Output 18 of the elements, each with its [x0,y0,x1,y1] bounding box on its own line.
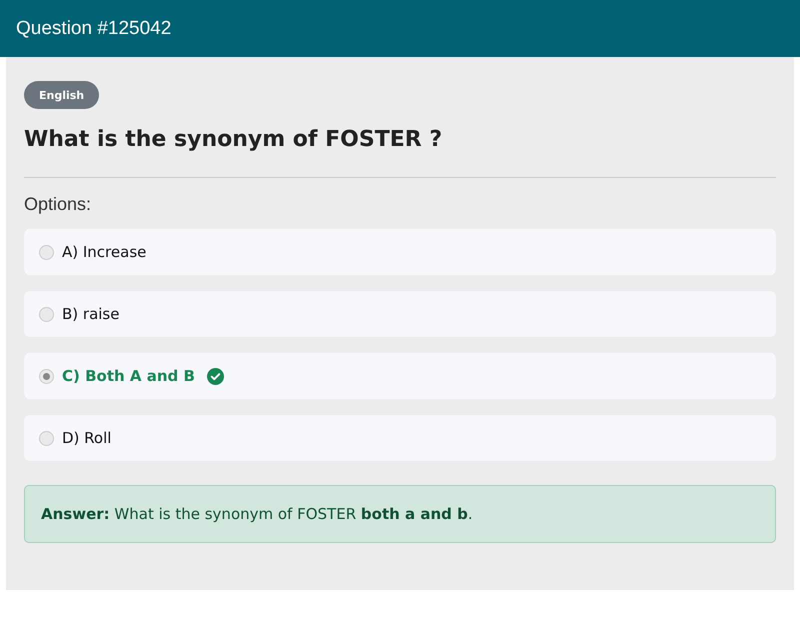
radio-button[interactable] [39,430,54,446]
answer-text: Answer: What is the synonym of FOSTER both a and b. [41,505,473,523]
radio-button[interactable] [39,306,54,322]
option-row[interactable]: A) Increase [24,229,776,275]
option-text: D) Roll [62,429,112,447]
radio-button[interactable] [39,368,54,384]
category-badge: English [24,81,100,109]
option-row[interactable]: D) Roll [24,415,776,461]
radio-button[interactable] [39,244,54,260]
option-row[interactable]: C) Both A and B [24,353,776,399]
option-text: B) raise [62,305,120,323]
check-icon [206,368,224,384]
option-text: C) Both A and B [62,367,195,385]
option-row[interactable]: B) raise [24,291,776,337]
page-title: Question #125042 [16,18,172,40]
options-label: Options: [24,194,92,215]
option-text: A) Increase [62,243,146,261]
question-text: What is the synonym of FOSTER ? [24,126,444,154]
